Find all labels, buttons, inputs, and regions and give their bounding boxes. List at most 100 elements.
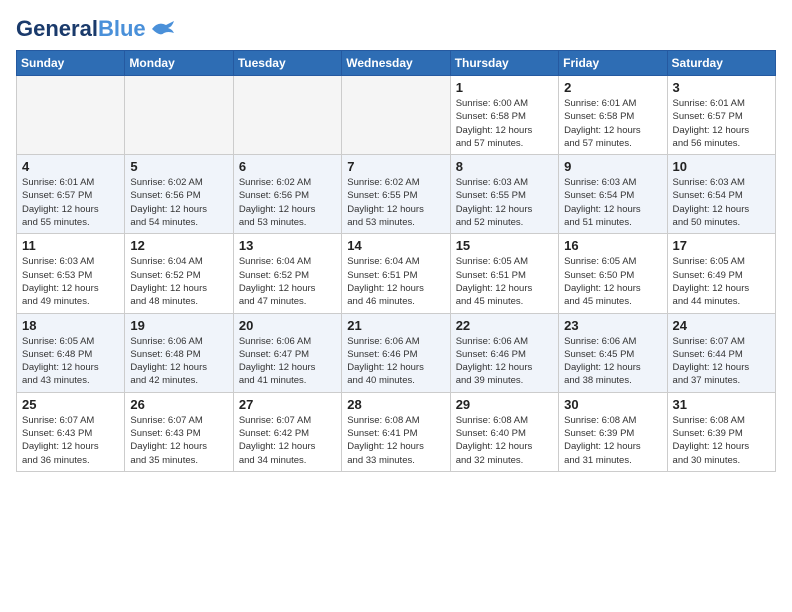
day-number: 26	[130, 397, 227, 412]
day-number: 14	[347, 238, 444, 253]
day-info: Sunrise: 6:06 AM Sunset: 6:46 PM Dayligh…	[456, 335, 553, 388]
day-info: Sunrise: 6:08 AM Sunset: 6:39 PM Dayligh…	[673, 414, 770, 467]
calendar-day-29: 29Sunrise: 6:08 AM Sunset: 6:40 PM Dayli…	[450, 392, 558, 471]
day-info: Sunrise: 6:04 AM Sunset: 6:52 PM Dayligh…	[239, 255, 336, 308]
weekday-header-wednesday: Wednesday	[342, 51, 450, 76]
day-number: 13	[239, 238, 336, 253]
day-info: Sunrise: 6:06 AM Sunset: 6:48 PM Dayligh…	[130, 335, 227, 388]
calendar-day-30: 30 Sunrise: 6:08 AM Sunset: 6:39 PM Dayli…	[559, 392, 667, 471]
day-number: 12	[130, 238, 227, 253]
day-info: Sunrise: 6:02 AM Sunset: 6:55 PM Dayligh…	[347, 176, 444, 229]
day-info: Sunrise: 6:01 AM Sunset: 6:57 PM Dayligh…	[22, 176, 119, 229]
day-number: 20	[239, 318, 336, 333]
calendar-day-12: 12 Sunrise: 6:04 AM Sunset: 6:52 PM Dayli…	[125, 234, 233, 313]
day-info: Sunrise: 6:02 AM Sunset: 6:56 PM Dayligh…	[130, 176, 227, 229]
logo-general: General	[16, 16, 98, 42]
calendar-day-empty	[125, 76, 233, 155]
day-info: Sunrise: 6:03 AM Sunset: 6:54 PM Dayligh…	[564, 176, 661, 229]
day-number: 18	[22, 318, 119, 333]
day-info: Sunrise: 6:08 AM Sunset: 6:41 PM Dayligh…	[347, 414, 444, 467]
day-number: 7	[347, 159, 444, 174]
calendar-week-row: 11 Sunrise: 6:03 AM Sunset: 6:53 PM Dayli…	[17, 234, 776, 313]
logo-blue: Blue	[98, 16, 146, 42]
weekday-header-row: SundayMondayTuesdayWednesdayThursdayFrid…	[17, 51, 776, 76]
day-number: 6	[239, 159, 336, 174]
day-number: 11	[22, 238, 119, 253]
day-number: 22	[456, 318, 553, 333]
day-number: 9	[564, 159, 661, 174]
calendar-day-10: 10Sunrise: 6:03 AM Sunset: 6:54 PM Dayli…	[667, 155, 775, 234]
weekday-header-sunday: Sunday	[17, 51, 125, 76]
day-info: Sunrise: 6:02 AM Sunset: 6:56 PM Dayligh…	[239, 176, 336, 229]
calendar-day-26: 26 Sunrise: 6:07 AM Sunset: 6:43 PM Dayli…	[125, 392, 233, 471]
weekday-header-thursday: Thursday	[450, 51, 558, 76]
day-number: 24	[673, 318, 770, 333]
day-info: Sunrise: 6:01 AM Sunset: 6:57 PM Dayligh…	[673, 97, 770, 150]
calendar-day-18: 18 Sunrise: 6:05 AM Sunset: 6:48 PM Dayli…	[17, 313, 125, 392]
calendar-day-14: 14 Sunrise: 6:04 AM Sunset: 6:51 PM Dayli…	[342, 234, 450, 313]
day-number: 23	[564, 318, 661, 333]
day-number: 4	[22, 159, 119, 174]
day-number: 17	[673, 238, 770, 253]
calendar-day-9: 9 Sunrise: 6:03 AM Sunset: 6:54 PM Daylig…	[559, 155, 667, 234]
calendar-day-19: 19 Sunrise: 6:06 AM Sunset: 6:48 PM Dayli…	[125, 313, 233, 392]
calendar-day-2: 2 Sunrise: 6:01 AM Sunset: 6:58 PM Daylig…	[559, 76, 667, 155]
day-info: Sunrise: 6:07 AM Sunset: 6:43 PM Dayligh…	[130, 414, 227, 467]
page-header: General Blue	[16, 16, 776, 42]
day-number: 19	[130, 318, 227, 333]
day-number: 30	[564, 397, 661, 412]
calendar-week-row: 25 Sunrise: 6:07 AM Sunset: 6:43 PM Dayli…	[17, 392, 776, 471]
logo-bird-icon	[148, 19, 176, 39]
calendar-day-8: 8 Sunrise: 6:03 AM Sunset: 6:55 PM Daylig…	[450, 155, 558, 234]
day-info: Sunrise: 6:05 AM Sunset: 6:50 PM Dayligh…	[564, 255, 661, 308]
day-info: Sunrise: 6:04 AM Sunset: 6:51 PM Dayligh…	[347, 255, 444, 308]
calendar-day-7: 7 Sunrise: 6:02 AM Sunset: 6:55 PM Daylig…	[342, 155, 450, 234]
calendar-day-empty	[233, 76, 341, 155]
calendar-day-4: 4 Sunrise: 6:01 AM Sunset: 6:57 PM Daylig…	[17, 155, 125, 234]
day-info: Sunrise: 6:05 AM Sunset: 6:51 PM Dayligh…	[456, 255, 553, 308]
day-info: Sunrise: 6:03 AM Sunset: 6:53 PM Dayligh…	[22, 255, 119, 308]
logo: General Blue	[16, 16, 176, 42]
calendar-day-empty	[17, 76, 125, 155]
day-number: 27	[239, 397, 336, 412]
calendar-day-15: 15 Sunrise: 6:05 AM Sunset: 6:51 PM Dayli…	[450, 234, 558, 313]
calendar-week-row: 1Sunrise: 6:00 AM Sunset: 6:58 PM Daylig…	[17, 76, 776, 155]
weekday-header-saturday: Saturday	[667, 51, 775, 76]
day-info: Sunrise: 6:04 AM Sunset: 6:52 PM Dayligh…	[130, 255, 227, 308]
day-info: Sunrise: 6:03 AM Sunset: 6:54 PM Dayligh…	[673, 176, 770, 229]
day-info: Sunrise: 6:08 AM Sunset: 6:39 PM Dayligh…	[564, 414, 661, 467]
calendar-day-25: 25 Sunrise: 6:07 AM Sunset: 6:43 PM Dayli…	[17, 392, 125, 471]
calendar-table: SundayMondayTuesdayWednesdayThursdayFrid…	[16, 50, 776, 472]
day-info: Sunrise: 6:07 AM Sunset: 6:44 PM Dayligh…	[673, 335, 770, 388]
day-info: Sunrise: 6:07 AM Sunset: 6:42 PM Dayligh…	[239, 414, 336, 467]
day-info: Sunrise: 6:06 AM Sunset: 6:45 PM Dayligh…	[564, 335, 661, 388]
calendar-day-24: 24 Sunrise: 6:07 AM Sunset: 6:44 PM Dayli…	[667, 313, 775, 392]
day-info: Sunrise: 6:06 AM Sunset: 6:47 PM Dayligh…	[239, 335, 336, 388]
day-number: 2	[564, 80, 661, 95]
day-number: 5	[130, 159, 227, 174]
calendar-day-5: 5 Sunrise: 6:02 AM Sunset: 6:56 PM Daylig…	[125, 155, 233, 234]
day-number: 8	[456, 159, 553, 174]
weekday-header-monday: Monday	[125, 51, 233, 76]
day-info: Sunrise: 6:07 AM Sunset: 6:43 PM Dayligh…	[22, 414, 119, 467]
day-number: 15	[456, 238, 553, 253]
calendar-day-3: 3 Sunrise: 6:01 AM Sunset: 6:57 PM Daylig…	[667, 76, 775, 155]
calendar-day-21: 21Sunrise: 6:06 AM Sunset: 6:46 PM Dayli…	[342, 313, 450, 392]
calendar-day-13: 13 Sunrise: 6:04 AM Sunset: 6:52 PM Dayli…	[233, 234, 341, 313]
day-number: 3	[673, 80, 770, 95]
calendar-week-row: 18 Sunrise: 6:05 AM Sunset: 6:48 PM Dayli…	[17, 313, 776, 392]
day-info: Sunrise: 6:03 AM Sunset: 6:55 PM Dayligh…	[456, 176, 553, 229]
calendar-day-31: 31Sunrise: 6:08 AM Sunset: 6:39 PM Dayli…	[667, 392, 775, 471]
day-number: 25	[22, 397, 119, 412]
calendar-day-11: 11 Sunrise: 6:03 AM Sunset: 6:53 PM Dayli…	[17, 234, 125, 313]
day-info: Sunrise: 6:08 AM Sunset: 6:40 PM Dayligh…	[456, 414, 553, 467]
calendar-day-22: 22 Sunrise: 6:06 AM Sunset: 6:46 PM Dayli…	[450, 313, 558, 392]
day-number: 16	[564, 238, 661, 253]
day-info: Sunrise: 6:05 AM Sunset: 6:48 PM Dayligh…	[22, 335, 119, 388]
calendar-day-17: 17Sunrise: 6:05 AM Sunset: 6:49 PM Dayli…	[667, 234, 775, 313]
day-info: Sunrise: 6:01 AM Sunset: 6:58 PM Dayligh…	[564, 97, 661, 150]
day-number: 1	[456, 80, 553, 95]
weekday-header-friday: Friday	[559, 51, 667, 76]
calendar-day-16: 16 Sunrise: 6:05 AM Sunset: 6:50 PM Dayli…	[559, 234, 667, 313]
day-number: 28	[347, 397, 444, 412]
